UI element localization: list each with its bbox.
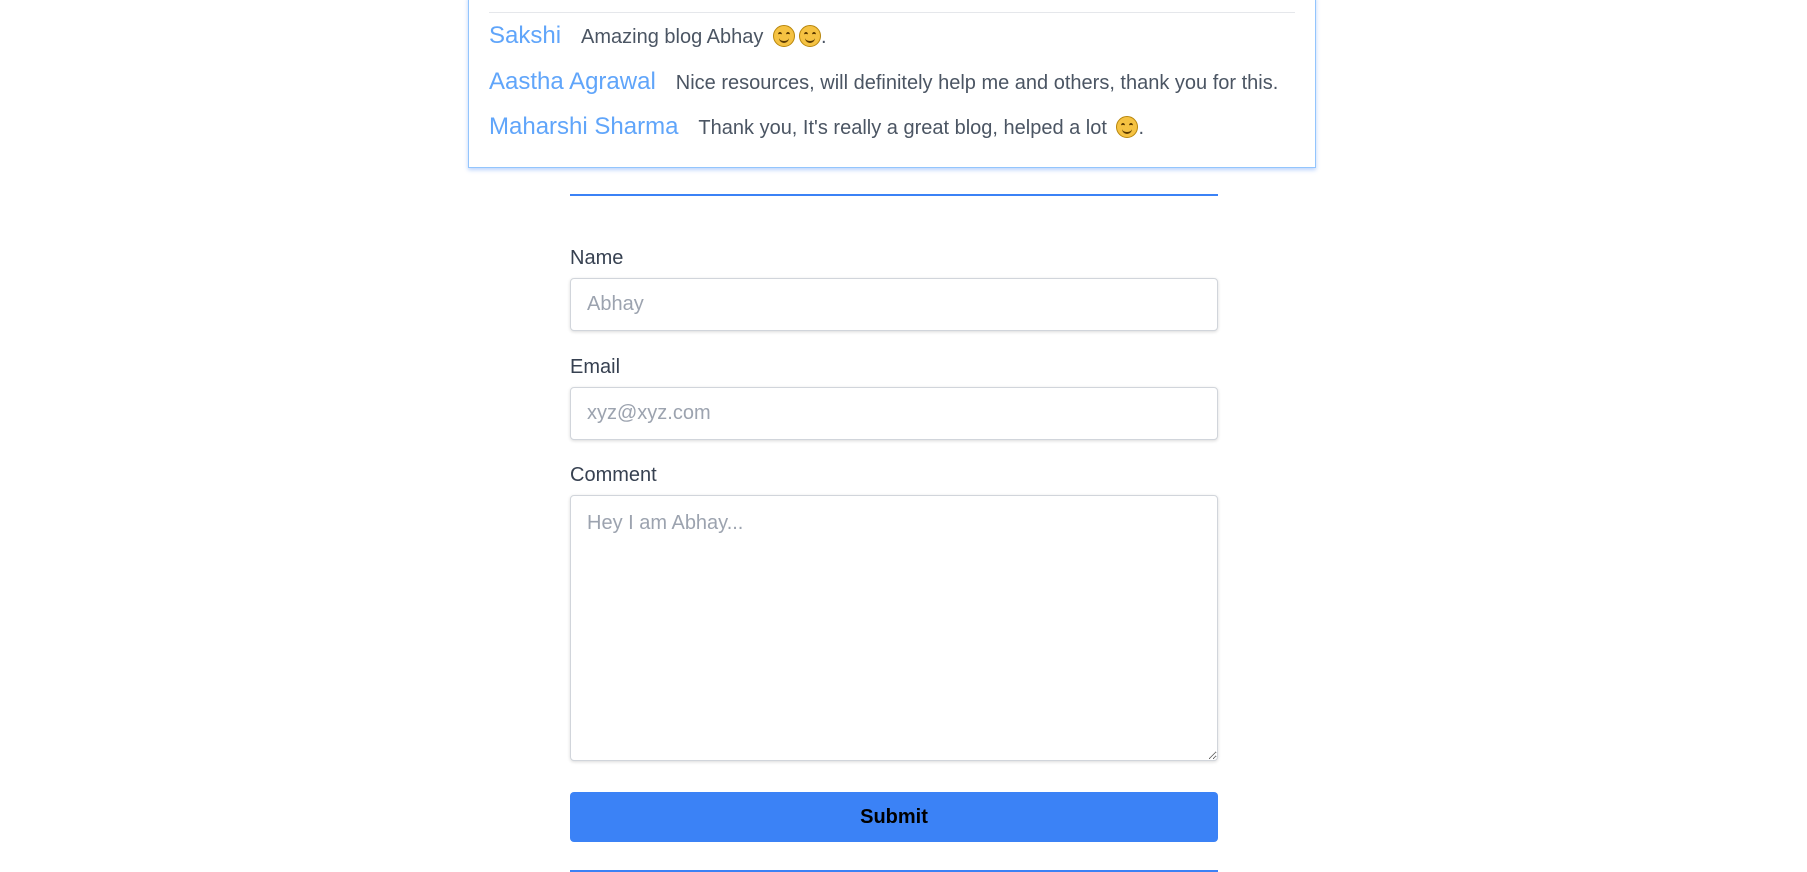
comment-suffix: .	[820, 26, 827, 48]
email-input[interactable]	[570, 387, 1218, 440]
section-divider-top	[570, 194, 1218, 196]
comment-text: Amazing blog Abhay .	[581, 25, 827, 49]
smiling-face-icon	[772, 25, 795, 47]
name-label: Name	[570, 247, 624, 269]
comment-author[interactable]: Aastha Agrawal	[489, 68, 656, 96]
comment-author[interactable]: Sakshi	[489, 22, 561, 50]
comments-divider	[489, 12, 1295, 13]
name-input[interactable]	[570, 278, 1218, 331]
page: Sakshi Amazing blog Abhay . Aastha Agraw…	[0, 0, 1807, 872]
email-label: Email	[570, 356, 621, 378]
smiling-face-icon	[798, 25, 821, 47]
comment-body: Amazing blog Abhay	[581, 26, 769, 48]
comment-item: Sakshi Amazing blog Abhay .	[489, 22, 827, 50]
comment-text: Thank you, It's really a great blog, hel…	[698, 116, 1144, 140]
comment-suffix: .	[1138, 117, 1145, 139]
smiling-face-icon	[1116, 116, 1139, 138]
comment-body: Nice resources, will definitely help me …	[675, 72, 1279, 94]
comment-item: Aastha Agrawal Nice resources, will defi…	[489, 68, 1278, 96]
comment-item: Maharshi Sharma Thank you, It's really a…	[489, 113, 1144, 141]
comment-author[interactable]: Maharshi Sharma	[489, 113, 678, 141]
comment-label: Comment	[570, 464, 657, 486]
comment-body: Thank you, It's really a great blog, hel…	[698, 117, 1113, 139]
comments-card: Sakshi Amazing blog Abhay . Aastha Agraw…	[468, 0, 1316, 168]
submit-button[interactable]: Submit	[570, 792, 1218, 842]
comment-text: Nice resources, will definitely help me …	[676, 72, 1279, 95]
comment-textarea[interactable]	[570, 495, 1218, 761]
